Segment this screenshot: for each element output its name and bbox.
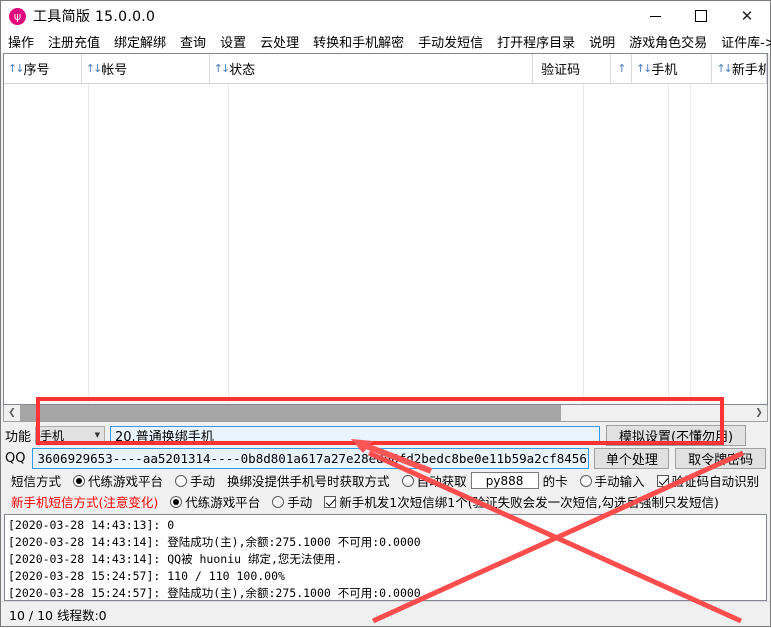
grid-horizontal-scrollbar[interactable]: ❮ ❯ [3, 405, 768, 422]
app-icon: ψ [9, 7, 26, 25]
grid-body[interactable] [4, 84, 767, 404]
card-suffix-label: 的卡 [542, 474, 568, 489]
menu-item-query[interactable]: 查询 [173, 31, 213, 52]
menu-item-id-library[interactable]: 证件库-> [714, 31, 771, 52]
title-bar: ψ 工具简版 15.0.0.0 ✕ [1, 1, 770, 31]
checkbox-captcha-auto-label[interactable]: 验证码自动识别 [672, 471, 760, 490]
grid-header-row: ↑↓ 序号 ↑↓ 帐号 ↑↓ 状态 验证码 ↑ ↑↓ 手机 ↑↓ 新手 [4, 54, 768, 84]
column-header-label: 手机 [651, 63, 678, 78]
acquire-hint-label: 换绑没提供手机号时获取方式 [227, 474, 390, 489]
column-header-captcha[interactable]: 验证码 [533, 54, 612, 83]
sort-icon: ↑↓ [635, 62, 653, 75]
column-header-phone[interactable]: ↑↓ 手机 [632, 54, 713, 83]
radio-platform-icon[interactable] [73, 474, 86, 487]
radio-manual-input-label[interactable]: 手动输入 [595, 471, 645, 490]
window-controls: ✕ [632, 1, 770, 31]
qq-row: QQ 3606929653----aa5201314----0b8d801a61… [5, 446, 766, 470]
close-button[interactable]: ✕ [724, 1, 770, 31]
radio-manual-label[interactable]: 手动 [190, 471, 215, 490]
scrollbar-thumb[interactable] [20, 405, 561, 421]
radio-newphone-manual-label[interactable]: 手动 [287, 492, 312, 511]
column-header-new-phone[interactable]: ↑↓ 新手机 [712, 54, 768, 83]
log-line: [2020-03-28 14:43:14]: QQ被 huoniu 绑定,您无法… [8, 552, 343, 566]
radio-manual-input-icon[interactable] [579, 474, 592, 487]
single-process-button[interactable]: 单个处理 [594, 447, 670, 469]
scroll-left-icon[interactable]: ❮ [4, 405, 20, 421]
menu-item-settings[interactable]: 设置 [213, 31, 253, 52]
new-phone-sms-row: 新手机短信方式(注意变化) 代练游戏平台 手动 新手机发1次短信绑1个(验证失败… [5, 491, 766, 512]
qq-input[interactable]: 3606929653----aa5201314----0b8d801a617a2… [32, 447, 590, 469]
menu-item-operate[interactable]: 操作 [1, 31, 41, 52]
maximize-button[interactable] [678, 1, 724, 31]
menu-bar: 操作 注册充值 绑定解绑 查询 设置 云处理 转换和手机解密 手动发短信 打开程… [1, 31, 771, 53]
qq-input-value: 3606929653----aa5201314----0b8d801a617a2… [37, 450, 588, 466]
column-header-label: 序号 [23, 63, 50, 78]
function-text-input[interactable]: 20.普通换绑手机 [110, 425, 601, 445]
checkbox-sms-once-label[interactable]: 新手机发1次短信绑1个(验证失败会发一次短信,勾选后强制只发短信) [339, 492, 719, 511]
accounts-grid[interactable]: ↑↓ 序号 ↑↓ 帐号 ↑↓ 状态 验证码 ↑ ↑↓ 手机 ↑↓ 新手 [3, 53, 768, 405]
maximize-icon [695, 10, 707, 22]
menu-item-cloud[interactable]: 云处理 [253, 31, 306, 52]
new-phone-sms-label: 新手机短信方式(注意变化) [11, 495, 159, 510]
sort-icon: ↑↓ [213, 62, 231, 75]
column-header-label: 状态 [229, 63, 256, 78]
qq-label: QQ [5, 450, 26, 466]
menu-item-role-trade[interactable]: 游戏角色交易 [622, 31, 714, 52]
checkbox-captcha-auto-icon[interactable] [656, 474, 669, 487]
checkbox-sms-once-icon[interactable] [324, 495, 337, 508]
log-line: [2020-03-28 14:43:13]: 0 [8, 518, 175, 532]
column-header-label: 新手机 [731, 63, 766, 78]
log-line: [2020-03-28 14:43:14]: 登陆成功(主),余额:275.10… [8, 535, 421, 549]
function-row: 功能 手机 ▼ 20.普通换绑手机 模拟设置(不懂勿用) [5, 424, 766, 446]
column-header-index[interactable]: ↑↓ 序号 [4, 54, 82, 83]
radio-manual-icon[interactable] [175, 474, 188, 487]
minimize-icon [649, 15, 661, 17]
radio-newphone-platform-label[interactable]: 代练游戏平台 [185, 492, 260, 511]
menu-item-help[interactable]: 说明 [582, 31, 622, 52]
menu-item-bind-unbind[interactable]: 绑定解绑 [107, 31, 173, 52]
sim-settings-button[interactable]: 模拟设置(不懂勿用) [606, 424, 747, 446]
menu-item-register[interactable]: 注册充值 [41, 31, 107, 52]
function-select[interactable]: 手机 ▼ [35, 426, 106, 444]
get-token-password-button[interactable]: 取令牌密码 [675, 447, 766, 469]
sort-icon: ↑↓ [85, 62, 103, 75]
window-title: 工具简版 15.0.0.0 [33, 9, 156, 25]
column-header-account[interactable]: ↑↓ 帐号 [82, 54, 210, 83]
sort-icon: ↑↓ [716, 62, 733, 75]
function-text-value: 20.普通换绑手机 [115, 429, 214, 445]
scrollbar-track[interactable] [20, 405, 751, 421]
close-icon: ✕ [740, 6, 754, 25]
status-bar: 10 / 10 线程数:0 [1, 601, 770, 626]
sort-icon: ↑ [617, 62, 626, 75]
function-label: 功能 [5, 429, 32, 445]
radio-auto-acquire-label[interactable]: 自动获取 [417, 471, 467, 490]
application-window: ψ 工具简版 15.0.0.0 ✕ 操作 注册充值 绑定解绑 查询 设置 云处理… [0, 0, 771, 627]
sms-method-row: 短信方式 代练游戏平台 手动 换绑没提供手机号时获取方式 自动获取 py888 … [5, 470, 766, 491]
column-header-status[interactable]: ↑↓ 状态 [210, 54, 534, 83]
status-text: 10 / 10 线程数:0 [9, 607, 107, 623]
sort-icon: ↑↓ [8, 62, 25, 75]
menu-item-open-dir[interactable]: 打开程序目录 [490, 31, 582, 52]
scroll-right-icon[interactable]: ❯ [751, 405, 767, 421]
menu-item-send-sms[interactable]: 手动发短信 [411, 31, 490, 52]
function-select-value: 手机 [40, 428, 65, 443]
card-input[interactable]: py888 [470, 472, 539, 489]
column-header-label: 帐号 [101, 63, 128, 78]
log-line: [2020-03-28 15:24:57]: 登陆成功(主),余额:275.10… [8, 586, 421, 600]
radio-platform-label[interactable]: 代练游戏平台 [88, 471, 163, 490]
log-panel[interactable]: [2020-03-28 14:43:13]: 0 [2020-03-28 14:… [4, 514, 767, 601]
radio-newphone-platform-icon[interactable] [170, 495, 183, 508]
column-header-narrow[interactable]: ↑ [611, 54, 632, 83]
control-form: 功能 手机 ▼ 20.普通换绑手机 模拟设置(不懂勿用) QQ 36069296… [1, 422, 770, 512]
sms-method-label: 短信方式 [11, 474, 62, 489]
card-input-value: py888 [485, 473, 524, 488]
menu-item-convert[interactable]: 转换和手机解密 [306, 31, 411, 52]
log-line: [2020-03-28 15:24:57]: 110 / 110 100.00% [8, 569, 285, 583]
radio-auto-acquire-icon[interactable] [401, 474, 414, 487]
minimize-button[interactable] [632, 1, 678, 31]
column-header-label: 验证码 [541, 63, 581, 78]
radio-newphone-manual-icon[interactable] [272, 495, 285, 508]
chevron-down-icon: ▼ [94, 431, 101, 439]
